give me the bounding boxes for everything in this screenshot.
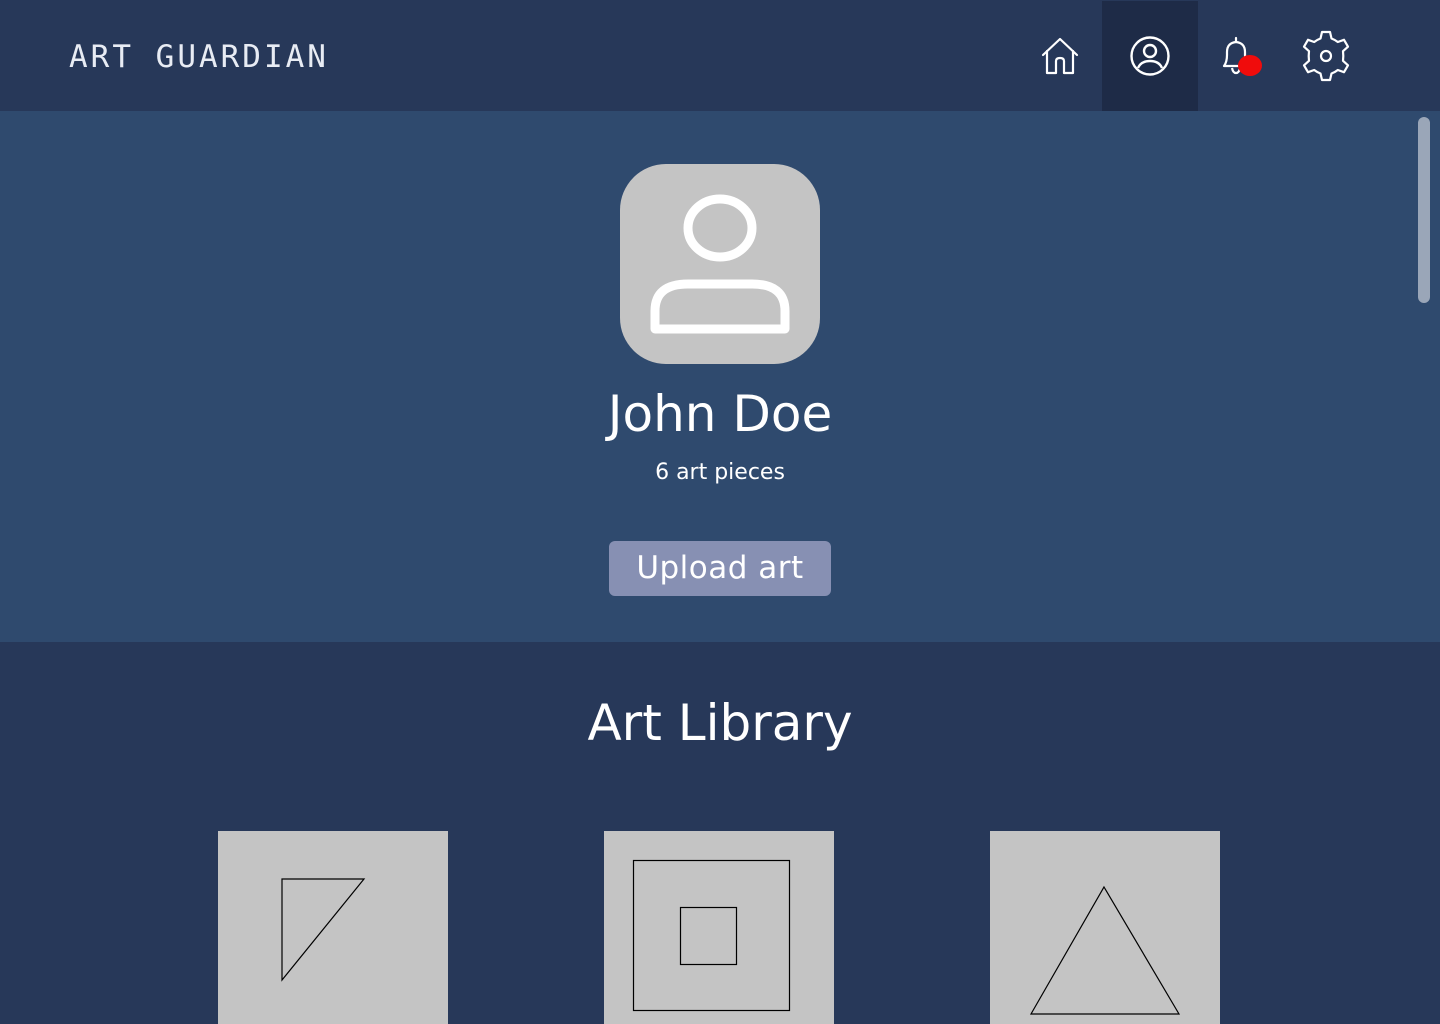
user-circle-icon — [1130, 36, 1170, 76]
nav-profile-button[interactable] — [1102, 1, 1198, 111]
triangle-icon — [1029, 885, 1181, 1015]
nav-home-button[interactable] — [1012, 1, 1108, 111]
art-tile[interactable] — [604, 831, 834, 1024]
notification-badge — [1238, 55, 1262, 76]
art-count: 6 art pieces — [655, 460, 785, 485]
top-nav-bar: ART GUARDIAN — [0, 0, 1440, 111]
nested-squares-icon — [632, 859, 791, 1012]
nav-notifications-button[interactable] — [1188, 1, 1284, 111]
art-tile[interactable] — [990, 831, 1220, 1024]
home-icon — [1041, 37, 1079, 75]
art-library-section: Art Library — [0, 642, 1440, 1024]
art-tile[interactable] — [218, 831, 448, 1024]
gear-icon — [1302, 30, 1350, 82]
triangle-sketch-icon — [281, 878, 366, 982]
profile-section: John Doe 6 art pieces Upload art — [0, 111, 1440, 642]
upload-art-button[interactable]: Upload art — [609, 541, 831, 596]
avatar[interactable] — [620, 164, 820, 364]
user-name: John Doe — [607, 385, 833, 443]
user-icon — [650, 194, 790, 334]
brand-logo-text[interactable]: ART GUARDIAN — [69, 37, 329, 77]
scrollbar-thumb[interactable] — [1418, 117, 1430, 303]
library-title: Art Library — [587, 694, 853, 752]
nav-settings-button[interactable] — [1278, 1, 1374, 111]
